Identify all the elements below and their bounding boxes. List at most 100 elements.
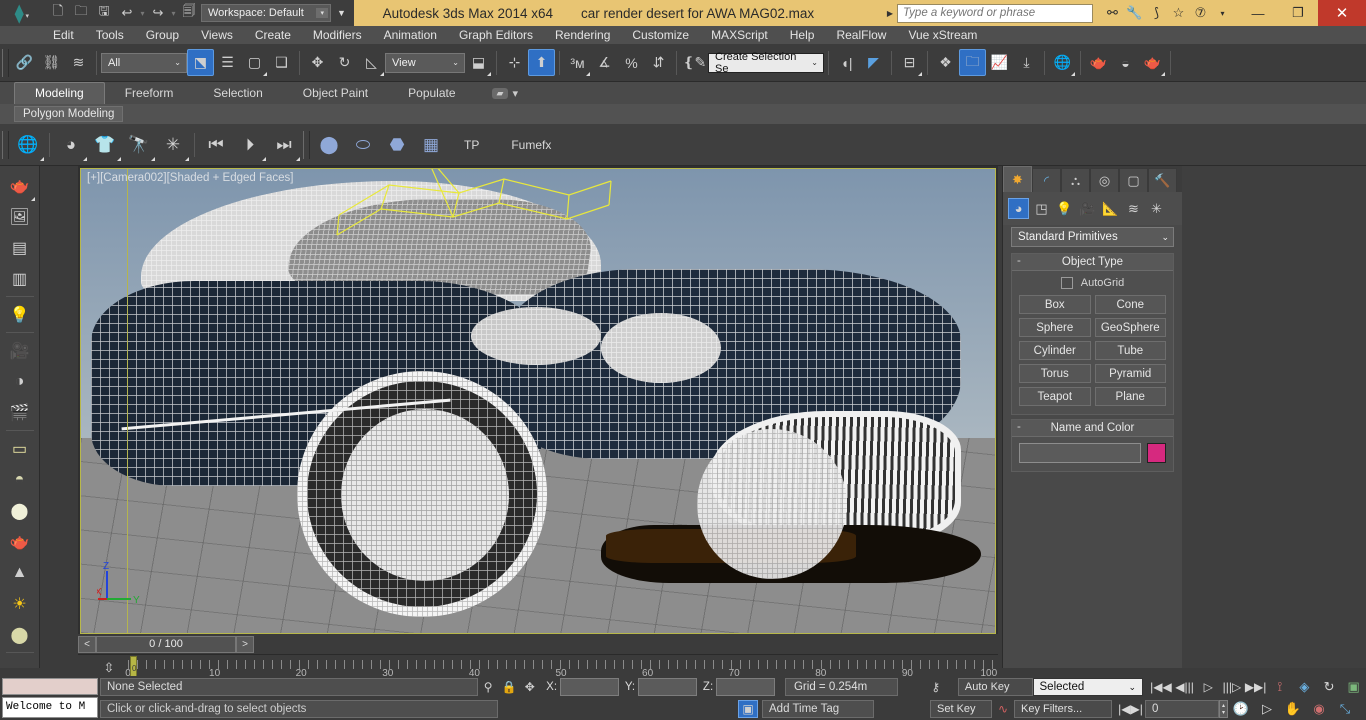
workspace-selector[interactable]: Workspace: Default ▾ [201,4,331,22]
menu-item-vue-xstream[interactable]: Vue xStream [897,26,988,44]
viewport-label[interactable]: [+][Camera002][Shaded + Edged Faces] [87,172,294,184]
minimize-button[interactable]: — [1238,0,1278,26]
render-production-icon[interactable]: 🫖 [1139,49,1166,76]
next-frame-button[interactable]: |||▷ [1220,677,1244,697]
create-cone-button[interactable]: Cone [1094,295,1166,314]
new-file-icon[interactable]: 🗋 [47,2,69,24]
light-lister-icon[interactable]: 💡 [4,299,36,330]
open-mini-curve-editor-icon[interactable]: ⇳ [96,658,122,678]
menu-item-maxscript[interactable]: MAXScript [700,26,779,44]
unlink-selection-icon[interactable]: ⛓ [38,49,65,76]
close-button[interactable]: ✕ [1318,0,1366,26]
set-key-point-icon[interactable]: ⟟ [1267,677,1292,697]
key-filters-button[interactable]: Key Filters... [1014,700,1112,718]
align-flyout-icon[interactable]: ⊟ [896,49,923,76]
key-mode-dropdown[interactable]: Selected ⌄ [1032,678,1144,696]
box-primitive-icon[interactable]: ⬣ [380,129,414,161]
menu-item-modifiers[interactable]: Modifiers [302,26,373,44]
menu-item-tools[interactable]: Tools [85,26,135,44]
create-geosphere-button[interactable]: GeoSphere [1094,318,1166,337]
space-warps-icon[interactable]: ≋ [1123,198,1144,219]
camera-shader-icon[interactable]: ◑ [4,366,36,397]
chevron-right-icon[interactable]: ▶ [883,9,897,18]
sphere-primitive-icon[interactable]: ⬤ [312,129,346,161]
select-and-scale-icon[interactable]: ◺ [358,49,385,76]
ribbon-tab-modeling[interactable]: Modeling [14,82,105,104]
previous-frame-button[interactable]: ◀||| [1173,677,1197,697]
sun-light-icon[interactable]: ☀ [4,588,36,619]
spinner-snap-toggle-icon[interactable]: ⇵ [645,49,672,76]
favorites-star-icon[interactable]: ☆ [1169,5,1188,21]
teapot-wire-icon[interactable]: 🫖 [4,526,36,557]
layer-explorer-icon[interactable]: ❖ [932,49,959,76]
cameras-icon[interactable]: 🎥 [1077,198,1098,219]
use-pivot-point-center-icon[interactable]: ⬓ [465,49,492,76]
camera-icon[interactable]: 🎥 [4,335,36,366]
add-time-tag-icon[interactable]: ▣ [738,700,758,718]
search-binoculars-icon[interactable]: ⚯ [1103,5,1122,21]
render-teapot-icon[interactable]: 🫖 [4,170,36,201]
listener-output-line[interactable]: Welcome to M [2,697,98,718]
menu-item-help[interactable]: Help [779,26,826,44]
character-rig-icon[interactable]: ✳ [156,129,190,161]
camera-viewport[interactable]: [+][Camera002][Shaded + Edged Faces] Z Y… [80,168,996,634]
shapes-icon[interactable]: ◳ [1031,198,1052,219]
menu-item-group[interactable]: Group [135,26,190,44]
toggle-scene-explorer-icon[interactable]: 🗀 [959,49,986,76]
set-key-button[interactable]: Set Key [930,700,992,718]
orbit-icon[interactable]: ◉ [1306,699,1332,719]
create-tube-button[interactable]: Tube [1094,341,1166,360]
ribbon-tab-populate[interactable]: Populate [388,83,475,104]
display-tab[interactable]: ▢ [1119,168,1148,192]
select-and-move-icon[interactable]: ✥ [304,49,331,76]
menu-item-graph-editors[interactable]: Graph Editors [448,26,544,44]
maximize-viewport-icon[interactable]: ⤡ [1332,699,1358,719]
edit-named-selection-sets-icon[interactable]: ❴✎ [681,49,708,76]
ribbon-panel-polygon-modeling[interactable]: Polygon Modeling [14,106,124,122]
sphere-light-icon[interactable]: ⬤ [4,495,36,526]
plane-object-icon[interactable]: ▭ [4,433,36,464]
frame-spinner[interactable]: ▴ ▾ [1219,700,1228,718]
geometry-icon[interactable]: ◕ [1008,198,1029,219]
grid-primitive-icon[interactable]: ▦ [414,129,448,161]
auto-key-button[interactable]: Auto Key [957,678,1033,696]
render-setup-icon[interactable]: 🫖 [1085,49,1112,76]
material-sphere-icon[interactable]: ◕ [54,129,88,161]
restore-button[interactable]: ❐ [1278,0,1318,26]
object-category-dropdown[interactable]: Standard Primitives ⌄ [1011,227,1174,247]
listener-input-line[interactable] [2,678,98,695]
snaps-toggle-icon[interactable]: ³ᴍ [564,49,591,76]
add-time-tag-button[interactable]: Add Time Tag [762,700,874,718]
quick-access-overflow-icon[interactable]: ▼ [332,8,351,18]
reference-coordinate-system-dropdown[interactable]: View ⌄ [385,52,465,73]
key-curve-icon[interactable]: ∿ [992,700,1014,719]
select-and-manipulate-icon[interactable]: ⊹ [501,49,528,76]
helpers-icon[interactable]: 📐 [1100,198,1121,219]
selection-lock-toggle-icon[interactable]: 🔒 [499,678,520,697]
material-editor-icon[interactable]: 🌐 [1049,49,1076,76]
menu-item-customize[interactable]: Customize [621,26,700,44]
current-frame-display[interactable]: 0 / 100 [96,635,236,653]
scene-explorer-icon[interactable]: 🌐 [11,129,45,161]
ribbon-options-button[interactable]: ▰ ▾ [476,87,518,100]
maxscript-mini-listener[interactable]: Welcome to M [0,676,100,720]
rectangular-selection-region-icon[interactable]: ▢ [241,49,268,76]
undo-dropdown-icon[interactable]: ▾ [139,9,146,18]
next-frame-arrow[interactable]: > [236,635,254,653]
window-crossing-icon[interactable]: ❑ [268,49,295,76]
rendered-frame-window-icon[interactable]: ◒ [1112,49,1139,76]
redo-icon[interactable]: ↪ [147,2,169,24]
select-and-link-diamond-icon[interactable]: ◈ [1292,677,1317,697]
current-frame-input[interactable]: 0 [1145,700,1219,718]
car-model-wireframe[interactable] [91,169,995,617]
previous-frame-arrow[interactable]: < [78,635,96,653]
zoom-icon[interactable]: ▷ [1254,699,1280,719]
menu-item-realflow[interactable]: RealFlow [825,26,897,44]
create-cylinder-button[interactable]: Cylinder [1019,341,1091,360]
align-icon[interactable]: ◤ [860,49,887,76]
menu-item-create[interactable]: Create [244,26,302,44]
autogrid-checkbox[interactable] [1060,277,1073,289]
keyboard-shortcut-override-icon[interactable]: ⬆ [528,49,555,76]
create-plane-button[interactable]: Plane [1094,387,1166,406]
toolbar-grip[interactable] [303,130,310,159]
